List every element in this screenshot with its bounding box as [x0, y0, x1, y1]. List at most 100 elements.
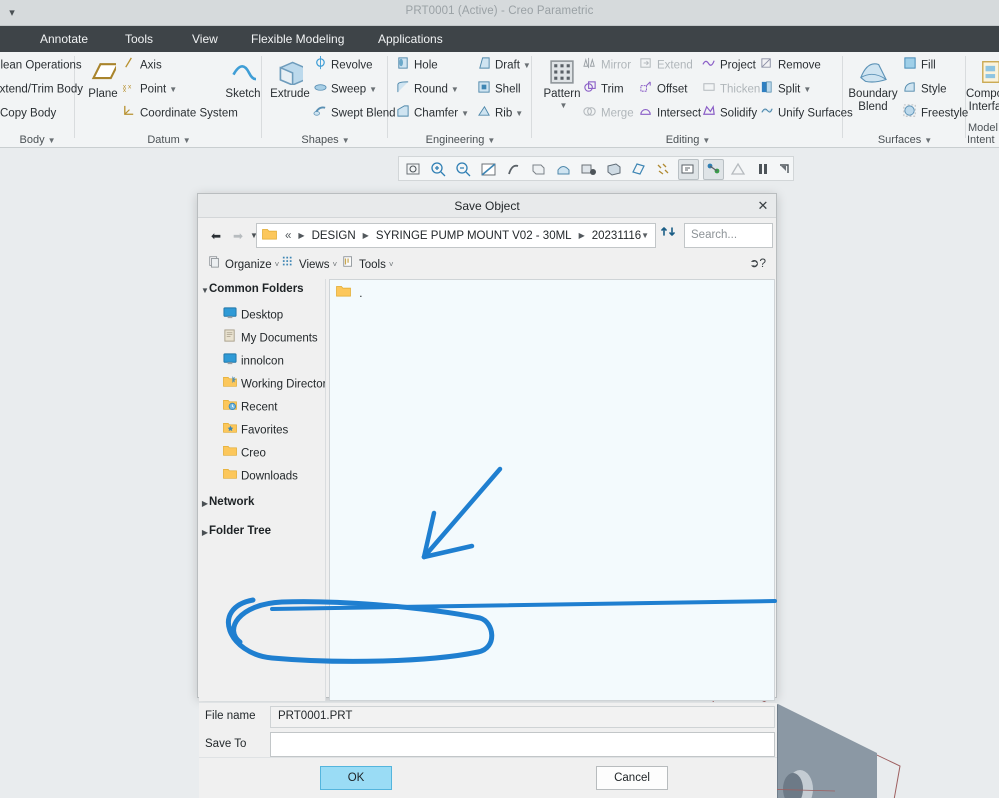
- chevron-down-icon[interactable]: ▼: [487, 136, 495, 145]
- ribbon-item-coordinate-system[interactable]: Coordinate System: [122, 104, 238, 123]
- breadcrumb-item-0[interactable]: DESIGN: [309, 229, 359, 243]
- ribbon-item-copy-body[interactable]: Copy Body: [0, 104, 56, 123]
- sidebar-section-folder-tree[interactable]: Folder Tree: [209, 525, 271, 537]
- chevron-down-icon[interactable]: ˅: [389, 260, 394, 269]
- ribbon-item-shell[interactable]: Shell: [477, 80, 521, 99]
- ribbon-button-extrude[interactable]: Extrude: [265, 56, 315, 101]
- ribbon-group-title[interactable]: Surfaces ▼: [844, 134, 966, 146]
- back-arrow-icon[interactable]: ⬅: [206, 226, 226, 246]
- ribbon-item-extend[interactable]: Extend: [639, 56, 693, 75]
- menu-tab-tools[interactable]: Tools: [117, 26, 161, 52]
- ribbon-item-offset[interactable]: Offset: [639, 80, 687, 99]
- ribbon-group-title[interactable]: Engineering ▼: [389, 134, 532, 146]
- ribbon-item-project[interactable]: Project: [702, 56, 756, 75]
- ribbon-button-boundary-blend[interactable]: Boundary Blend: [848, 56, 898, 114]
- chevron-down-icon[interactable]: ▼: [48, 136, 56, 145]
- ribbon-item-style[interactable]: Style: [903, 80, 947, 99]
- ribbon-item-mirror[interactable]: Mirror: [583, 56, 631, 75]
- breadcrumb-item-2[interactable]: 20231116: [589, 229, 644, 243]
- ribbon-group-title[interactable]: Shapes ▼: [263, 134, 388, 146]
- file-name-input[interactable]: PRT0001.PRT: [270, 706, 775, 728]
- dialog-tool-views[interactable]: Views ˅: [278, 255, 341, 275]
- saved-orientations-icon[interactable]: [528, 159, 549, 180]
- chevron-down-icon[interactable]: ▼: [169, 85, 177, 94]
- file-list-pane[interactable]: .: [329, 279, 775, 701]
- ribbon-item-sweep[interactable]: Sweep ▼: [313, 80, 377, 99]
- ribbon-item-freestyle[interactable]: Freestyle: [903, 104, 968, 123]
- sidebar-item-my-documents[interactable]: My Documents: [223, 329, 318, 345]
- refresh-icon[interactable]: [658, 223, 678, 248]
- ribbon-button-component-interface[interactable]: Component Interface: [966, 56, 999, 114]
- sidebar-item-recent[interactable]: Recent: [223, 398, 277, 414]
- chevron-down-icon[interactable]: ▼: [451, 85, 459, 94]
- ribbon-item-unify-surfaces[interactable]: Unify Surfaces: [760, 104, 853, 123]
- ribbon-item-hole[interactable]: Hole: [396, 56, 438, 75]
- chevron-down-icon[interactable]: ▼: [461, 109, 469, 118]
- ribbon-item-revolve[interactable]: Revolve: [313, 56, 373, 75]
- zoom-in-icon[interactable]: [428, 159, 449, 180]
- datum-display-filters-icon[interactable]: [653, 159, 674, 180]
- ribbon-item-round[interactable]: Round ▼: [396, 80, 459, 99]
- dialog-tool-organize[interactable]: Organize ˅: [204, 255, 283, 275]
- sidebar-item-downloads[interactable]: Downloads: [223, 467, 298, 483]
- chevron-down-icon[interactable]: ▼: [803, 85, 811, 94]
- ribbon-item-boolean-operations[interactable]: Boolean Operations: [0, 56, 82, 75]
- zoom-out-icon[interactable]: [453, 159, 474, 180]
- chevron-down-icon[interactable]: ˅: [332, 260, 337, 269]
- chevron-down-icon[interactable]: ▼: [924, 136, 932, 145]
- chevron-down-icon[interactable]: ▼: [515, 109, 523, 118]
- chevron-down-icon[interactable]: ▼: [183, 136, 191, 145]
- ribbon-item-rib[interactable]: Rib ▼: [477, 104, 523, 123]
- spin-center-toggle-icon[interactable]: [703, 159, 724, 180]
- sidebar-section-common-folders[interactable]: Common Folders: [209, 283, 304, 295]
- ribbon-item-draft[interactable]: Draft ▼: [477, 56, 531, 75]
- ribbon-item-axis[interactable]: Axis: [122, 56, 162, 75]
- ribbon-item-swept-blend[interactable]: Swept Blend: [313, 104, 396, 123]
- view-manager-icon[interactable]: [553, 159, 574, 180]
- ribbon-button-pattern[interactable]: Pattern ▼: [537, 56, 587, 110]
- spin-center-icon[interactable]: [503, 159, 524, 180]
- chevron-down-icon[interactable]: ▼: [342, 136, 350, 145]
- close-icon[interactable]: ✕: [754, 198, 772, 215]
- menu-tab-view[interactable]: View: [184, 26, 226, 52]
- ribbon-item-trim[interactable]: Trim: [583, 80, 624, 99]
- ribbon-item-chamfer[interactable]: Chamfer ▼: [396, 104, 469, 123]
- ribbon-item-fill[interactable]: Fill: [903, 56, 936, 75]
- perspective-view-icon[interactable]: [628, 159, 649, 180]
- breadcrumb-overflow[interactable]: «: [282, 229, 294, 243]
- ribbon-group-title[interactable]: Body ▼: [0, 134, 75, 146]
- ribbon-item-solidify[interactable]: Solidify: [702, 104, 757, 123]
- ribbon-item-split[interactable]: Split ▼: [760, 80, 811, 99]
- cancel-button[interactable]: Cancel: [596, 766, 668, 790]
- chevron-down-icon[interactable]: ▼: [540, 101, 587, 110]
- ribbon-item-point[interactable]: x x x Point ▼: [122, 80, 177, 99]
- menu-tab-annotate[interactable]: Annotate: [32, 26, 96, 52]
- dialog-tool-tools[interactable]: Tools ˅: [338, 255, 398, 275]
- menu-tab-flexible-modeling[interactable]: Flexible Modeling: [243, 26, 352, 52]
- ribbon-group-title[interactable]: Model Intent▼: [967, 122, 999, 146]
- sidebar-item-creo[interactable]: Creo: [223, 444, 266, 460]
- ok-button[interactable]: OK: [320, 766, 392, 790]
- ribbon-group-title[interactable]: Editing ▼: [533, 134, 843, 146]
- sidebar-item-innolcon[interactable]: innolcon: [223, 352, 284, 368]
- pause-icon[interactable]: [753, 159, 774, 180]
- search-input[interactable]: Search...: [684, 223, 773, 248]
- ribbon-group-title[interactable]: Datum ▼: [76, 134, 262, 146]
- named-views-icon[interactable]: [578, 159, 599, 180]
- save-to-input[interactable]: [270, 732, 775, 757]
- chevron-down-icon[interactable]: ▼: [369, 85, 377, 94]
- list-item[interactable]: .: [336, 285, 362, 303]
- sidebar-item-favorites[interactable]: Favorites: [223, 421, 288, 437]
- ribbon-item-remove[interactable]: Remove: [760, 56, 821, 75]
- repaint-icon[interactable]: [478, 159, 499, 180]
- menu-tab-applications[interactable]: Applications: [370, 26, 451, 52]
- resume-icon[interactable]: [774, 159, 795, 180]
- chevron-down-icon[interactable]: ▼: [702, 136, 710, 145]
- chevron-down-icon[interactable]: ▼: [523, 61, 531, 70]
- address-bar[interactable]: « ▶ DESIGN ▶ SYRINGE PUMP MOUNT V02 - 30…: [256, 223, 656, 248]
- chevron-down-icon[interactable]: ▼: [641, 231, 649, 240]
- sidebar-item-desktop[interactable]: Desktop: [223, 306, 283, 322]
- ribbon-button-plane[interactable]: Plane: [78, 56, 128, 101]
- sidebar-section-network[interactable]: Network: [209, 496, 254, 508]
- sidebar-item-working-directory[interactable]: Working Directory: [223, 375, 325, 391]
